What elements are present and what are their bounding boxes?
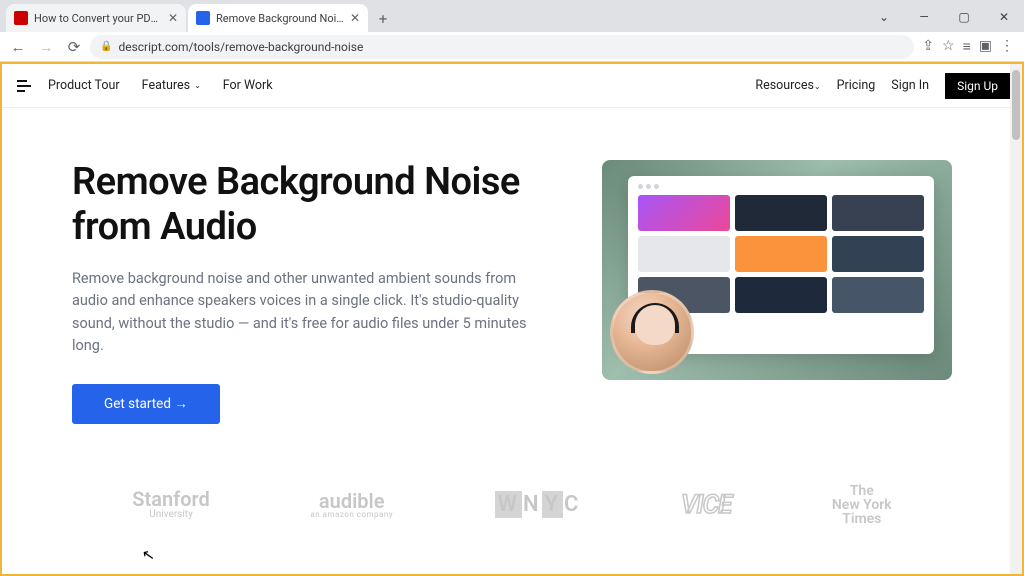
hero-description: Remove background noise and other unwant… (72, 268, 532, 358)
vice-logo: VICE (681, 492, 731, 518)
nyt-logo: The New York Times (832, 484, 892, 526)
get-started-button[interactable]: Get started → (72, 384, 220, 424)
page-title: Remove Background Noise from Audio (72, 160, 572, 250)
nav-for-work[interactable]: For Work (223, 78, 273, 93)
stanford-logo: Stanford University (132, 489, 210, 520)
minimize-button[interactable]: — (904, 10, 944, 24)
share-icon[interactable]: ⇪ (922, 38, 934, 55)
wnyc-logo: WNYC (494, 494, 581, 516)
nav-sign-in[interactable]: Sign In (891, 78, 929, 93)
nav-resources[interactable]: Resources⌄ (755, 78, 820, 93)
extensions-icon[interactable]: ▣ (979, 38, 992, 55)
chevron-down-icon[interactable]: ⌄ (864, 10, 904, 24)
browser-tab-active[interactable]: Remove Background Noise from... ✕ (188, 4, 368, 32)
back-button[interactable]: ← (6, 35, 30, 59)
mouse-cursor-icon: ↖ (141, 545, 157, 565)
chevron-down-icon: ⌄ (194, 81, 201, 90)
browser-titlebar: How to Convert your PDF file to... ✕ Rem… (0, 0, 1024, 32)
nav-links-left: Product Tour Features⌄ For Work (48, 78, 273, 93)
reading-list-icon[interactable]: ≡ (963, 38, 971, 55)
window-controls: ⌄ — ▢ ✕ (864, 2, 1024, 32)
nav-links-right: Resources⌄ Pricing Sign In Sign Up (755, 73, 1010, 99)
scrollbar[interactable] (1010, 64, 1022, 574)
browser-toolbar: ← → ⟳ 🔒 descript.com/tools/remove-backgr… (0, 32, 1024, 62)
chevron-down-icon: ⌄ (814, 82, 821, 91)
portrait-image (610, 290, 694, 374)
scrollbar-thumb[interactable] (1012, 70, 1020, 140)
hero-section: Remove Background Noise from Audio Remov… (2, 108, 1022, 424)
sign-up-button[interactable]: Sign Up (945, 73, 1010, 99)
favicon-icon (14, 11, 28, 25)
favicon-icon (196, 11, 210, 25)
hero-content: Remove Background Noise from Audio Remov… (72, 160, 572, 424)
reload-button[interactable]: ⟳ (62, 35, 86, 59)
nav-features[interactable]: Features⌄ (142, 78, 201, 93)
descript-logo-icon[interactable] (14, 76, 34, 96)
close-window-button[interactable]: ✕ (984, 10, 1024, 24)
site-nav: Product Tour Features⌄ For Work Resource… (2, 64, 1022, 108)
maximize-button[interactable]: ▢ (944, 10, 984, 24)
nav-pricing[interactable]: Pricing (837, 78, 876, 93)
hero-image (602, 160, 952, 380)
menu-icon[interactable]: ⋮ (1000, 38, 1014, 55)
brand-logos: Stanford University audible an amazon co… (2, 424, 1022, 526)
browser-tab-inactive[interactable]: How to Convert your PDF file to... ✕ (6, 4, 186, 32)
tab-label: Remove Background Noise from... (216, 12, 344, 25)
close-icon[interactable]: ✕ (168, 11, 178, 25)
tab-label: How to Convert your PDF file to... (34, 12, 162, 25)
lock-icon: 🔒 (100, 41, 112, 52)
forward-button[interactable]: → (34, 35, 58, 59)
toolbar-right-icons: ⇪ ☆ ≡ ▣ ⋮ (918, 38, 1018, 55)
page-viewport: Product Tour Features⌄ For Work Resource… (0, 62, 1024, 576)
url-bar[interactable]: 🔒 descript.com/tools/remove-background-n… (90, 35, 914, 59)
close-icon[interactable]: ✕ (350, 11, 360, 25)
bookmark-icon[interactable]: ☆ (942, 38, 955, 55)
url-text: descript.com/tools/remove-background-noi… (118, 40, 363, 54)
new-tab-button[interactable]: + (370, 6, 396, 32)
nav-product-tour[interactable]: Product Tour (48, 78, 120, 93)
audible-logo: audible an amazon company (310, 491, 393, 519)
